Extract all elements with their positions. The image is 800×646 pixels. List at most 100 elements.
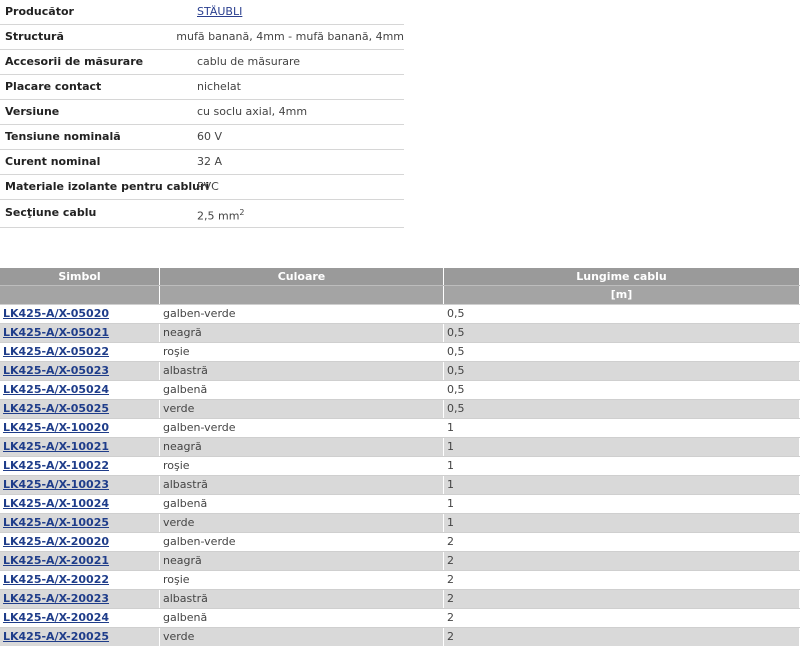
symbol-link[interactable]: LK425-A/X-20025 — [3, 630, 109, 643]
cell-color: galben-verde — [160, 305, 444, 323]
spec-label: Versiune — [5, 105, 60, 118]
cell-symbol: LK425-A/X-20024 — [0, 609, 160, 627]
table-row: LK425-A/X-20020 galben-verde 2 — [0, 532, 800, 551]
cell-color: albastră — [160, 362, 444, 380]
products-table: Simbol Culoare Lungime cablu [m] LK425-A… — [0, 268, 800, 646]
symbol-link[interactable]: LK425-A/X-10024 — [3, 497, 109, 510]
table-row: LK425-A/X-10022 roşie 1 — [0, 456, 800, 475]
cell-symbol: LK425-A/X-20021 — [0, 552, 160, 570]
cable-section-value: 2,5 mm — [197, 209, 240, 223]
cell-symbol: LK425-A/X-20025 — [0, 628, 160, 646]
header-cable-length: Lungime cablu — [444, 268, 800, 285]
spec-row-version: Versiune cu soclu axial, 4mm — [0, 100, 404, 125]
spec-row-contact-plating: Placare contact nichelat — [0, 75, 404, 100]
cell-color: galbenă — [160, 495, 444, 513]
cell-cable-length: 2 — [444, 552, 800, 570]
table-row: LK425-A/X-10025 verde 1 — [0, 513, 800, 532]
spec-row-cable-section: Secţiune cablu 2,5 mm2 — [0, 200, 404, 228]
cell-cable-length: 0,5 — [444, 362, 800, 380]
specifications-table: Producător STÄUBLI Structură mufă banană… — [0, 0, 404, 228]
cell-symbol: LK425-A/X-10022 — [0, 457, 160, 475]
symbol-link[interactable]: LK425-A/X-20023 — [3, 592, 109, 605]
symbol-link[interactable]: LK425-A/X-05020 — [3, 307, 109, 320]
cell-cable-length: 0,5 — [444, 381, 800, 399]
header-symbol: Simbol — [0, 268, 160, 285]
spec-label: Structură — [5, 30, 64, 43]
cell-cable-length: 1 — [444, 514, 800, 532]
cell-symbol: LK425-A/X-05022 — [0, 343, 160, 361]
cell-cable-length: 1 — [444, 495, 800, 513]
cell-symbol: LK425-A/X-05021 — [0, 324, 160, 342]
table-row: LK425-A/X-20021 neagră 2 — [0, 551, 800, 570]
cell-cable-length: 1 — [444, 476, 800, 494]
spec-label: Materiale izolante pentru cabluri — [5, 180, 210, 193]
symbol-link[interactable]: LK425-A/X-10023 — [3, 478, 109, 491]
table-header: Simbol Culoare Lungime cablu — [0, 268, 800, 285]
cell-cable-length: 0,5 — [444, 400, 800, 418]
cell-symbol: LK425-A/X-10025 — [0, 514, 160, 532]
cell-symbol: LK425-A/X-20022 — [0, 571, 160, 589]
unit-symbol — [0, 286, 160, 304]
cell-symbol: LK425-A/X-10024 — [0, 495, 160, 513]
symbol-link[interactable]: LK425-A/X-05022 — [3, 345, 109, 358]
spec-value: cablu de măsurare — [197, 55, 301, 68]
spec-row-rated-current: Curent nominal 32 A — [0, 150, 404, 175]
cell-color: roşie — [160, 343, 444, 361]
table-row: LK425-A/X-20025 verde 2 — [0, 627, 800, 646]
table-row: LK425-A/X-05024 galbenă 0,5 — [0, 380, 800, 399]
symbol-link[interactable]: LK425-A/X-05023 — [3, 364, 109, 377]
cell-symbol: LK425-A/X-20020 — [0, 533, 160, 551]
cell-cable-length: 2 — [444, 609, 800, 627]
spec-label: Curent nominal — [5, 155, 101, 168]
spec-label: Secţiune cablu — [5, 206, 97, 219]
unit-color — [160, 286, 444, 304]
cell-cable-length: 1 — [444, 457, 800, 475]
cell-symbol: LK425-A/X-05024 — [0, 381, 160, 399]
cell-color: galben-verde — [160, 419, 444, 437]
cell-symbol: LK425-A/X-05025 — [0, 400, 160, 418]
table-row: LK425-A/X-05021 neagră 0,5 — [0, 323, 800, 342]
symbol-link[interactable]: LK425-A/X-10021 — [3, 440, 109, 453]
cell-cable-length: 1 — [444, 438, 800, 456]
cable-section-exponent: 2 — [239, 208, 245, 217]
cell-color: galbenă — [160, 381, 444, 399]
cell-symbol: LK425-A/X-10021 — [0, 438, 160, 456]
cell-color: galben-verde — [160, 533, 444, 551]
symbol-link[interactable]: LK425-A/X-10020 — [3, 421, 109, 434]
symbol-link[interactable]: LK425-A/X-10025 — [3, 516, 109, 529]
table-row: LK425-A/X-05025 verde 0,5 — [0, 399, 800, 418]
spec-label: Placare contact — [5, 80, 102, 93]
symbol-link[interactable]: LK425-A/X-20020 — [3, 535, 109, 548]
spec-label: Producător — [5, 5, 74, 18]
spec-value: STÄUBLI — [194, 0, 404, 24]
cell-cable-length: 0,5 — [444, 343, 800, 361]
cell-symbol: LK425-A/X-05023 — [0, 362, 160, 380]
spec-row-structure: Structură mufă banană, 4mm - mufă banană… — [0, 25, 404, 50]
table-row: LK425-A/X-05020 galben-verde 0,5 — [0, 304, 800, 323]
table-row: LK425-A/X-20024 galbenă 2 — [0, 608, 800, 627]
header-color: Culoare — [160, 268, 444, 285]
cell-symbol: LK425-A/X-20023 — [0, 590, 160, 608]
symbol-link[interactable]: LK425-A/X-05021 — [3, 326, 109, 339]
spec-row-producer: Producător STÄUBLI — [0, 0, 404, 25]
spec-row-insulation: Materiale izolante pentru cabluri PVC — [0, 175, 404, 200]
cell-cable-length: 0,5 — [444, 324, 800, 342]
cell-color: neagră — [160, 324, 444, 342]
cell-symbol: LK425-A/X-05020 — [0, 305, 160, 323]
symbol-link[interactable]: LK425-A/X-05025 — [3, 402, 109, 415]
table-row: LK425-A/X-05022 roşie 0,5 — [0, 342, 800, 361]
symbol-link[interactable]: LK425-A/X-05024 — [3, 383, 109, 396]
symbol-link[interactable]: LK425-A/X-20021 — [3, 554, 109, 567]
producer-link[interactable]: STÄUBLI — [197, 5, 242, 18]
cell-cable-length: 2 — [444, 590, 800, 608]
symbol-link[interactable]: LK425-A/X-10022 — [3, 459, 109, 472]
unit-cable-length: [m] — [444, 286, 800, 304]
symbol-link[interactable]: LK425-A/X-20022 — [3, 573, 109, 586]
spec-value: PVC — [197, 180, 219, 193]
spec-label: Tensiune nominală — [5, 130, 121, 143]
cell-color: albastră — [160, 476, 444, 494]
symbol-link[interactable]: LK425-A/X-20024 — [3, 611, 109, 624]
spec-value: cu soclu axial, 4mm — [197, 105, 308, 118]
table-row: LK425-A/X-20023 albastră 2 — [0, 589, 800, 608]
spec-row-accessories: Accesorii de măsurare cablu de măsurare — [0, 50, 404, 75]
